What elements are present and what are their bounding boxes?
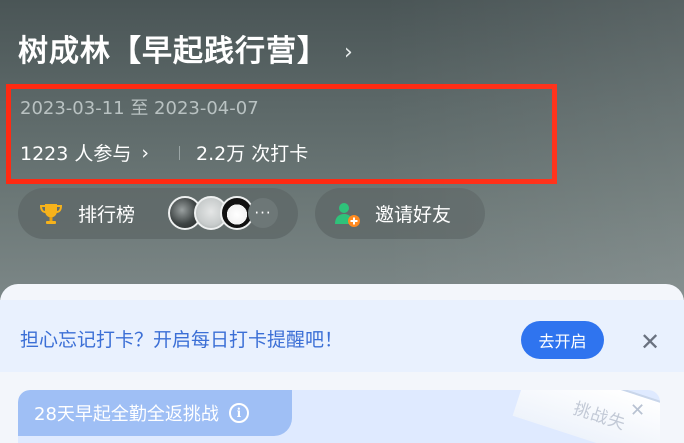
- leaderboard-button[interactable]: 排行榜 ···: [18, 188, 298, 239]
- header-banner: 树成林【早起践行营】 › 2023-03-11 至 2023-04-07 122…: [0, 0, 684, 300]
- challenge-title: 28天早起全勤全返挑战: [34, 404, 219, 425]
- add-user-icon: [335, 202, 360, 227]
- page-title: 树成林【早起践行营】: [18, 34, 328, 69]
- highlight-box: [6, 84, 557, 184]
- leaderboard-label: 排行榜: [78, 204, 136, 226]
- reminder-banner: 担心忘记打卡？开启每日打卡提醒吧！ 去开启 ✕: [0, 300, 684, 372]
- more-avatars-icon: ···: [248, 198, 278, 228]
- reminder-text: 担心忘记打卡？开启每日打卡提醒吧！: [20, 329, 344, 351]
- close-icon[interactable]: ✕: [630, 400, 645, 421]
- trophy-icon: [39, 203, 63, 224]
- enable-reminder-button[interactable]: 去开启: [521, 321, 604, 359]
- close-icon[interactable]: ✕: [636, 328, 664, 356]
- stamp-text: 挑战失: [571, 398, 629, 435]
- chevron-right-icon[interactable]: ›: [344, 40, 353, 65]
- participant-avatars[interactable]: ···: [168, 196, 278, 230]
- invite-friends-label: 邀请好友: [375, 204, 452, 226]
- info-icon[interactable]: i: [228, 403, 249, 423]
- challenge-tag: 28天早起全勤全返挑战 i: [18, 390, 292, 436]
- title-row[interactable]: 树成林【早起践行营】 ›: [18, 26, 353, 70]
- invite-friends-button[interactable]: 邀请好友: [315, 188, 485, 239]
- challenge-card[interactable]: 28天早起全勤全返挑战 i 挑战失: [18, 390, 660, 443]
